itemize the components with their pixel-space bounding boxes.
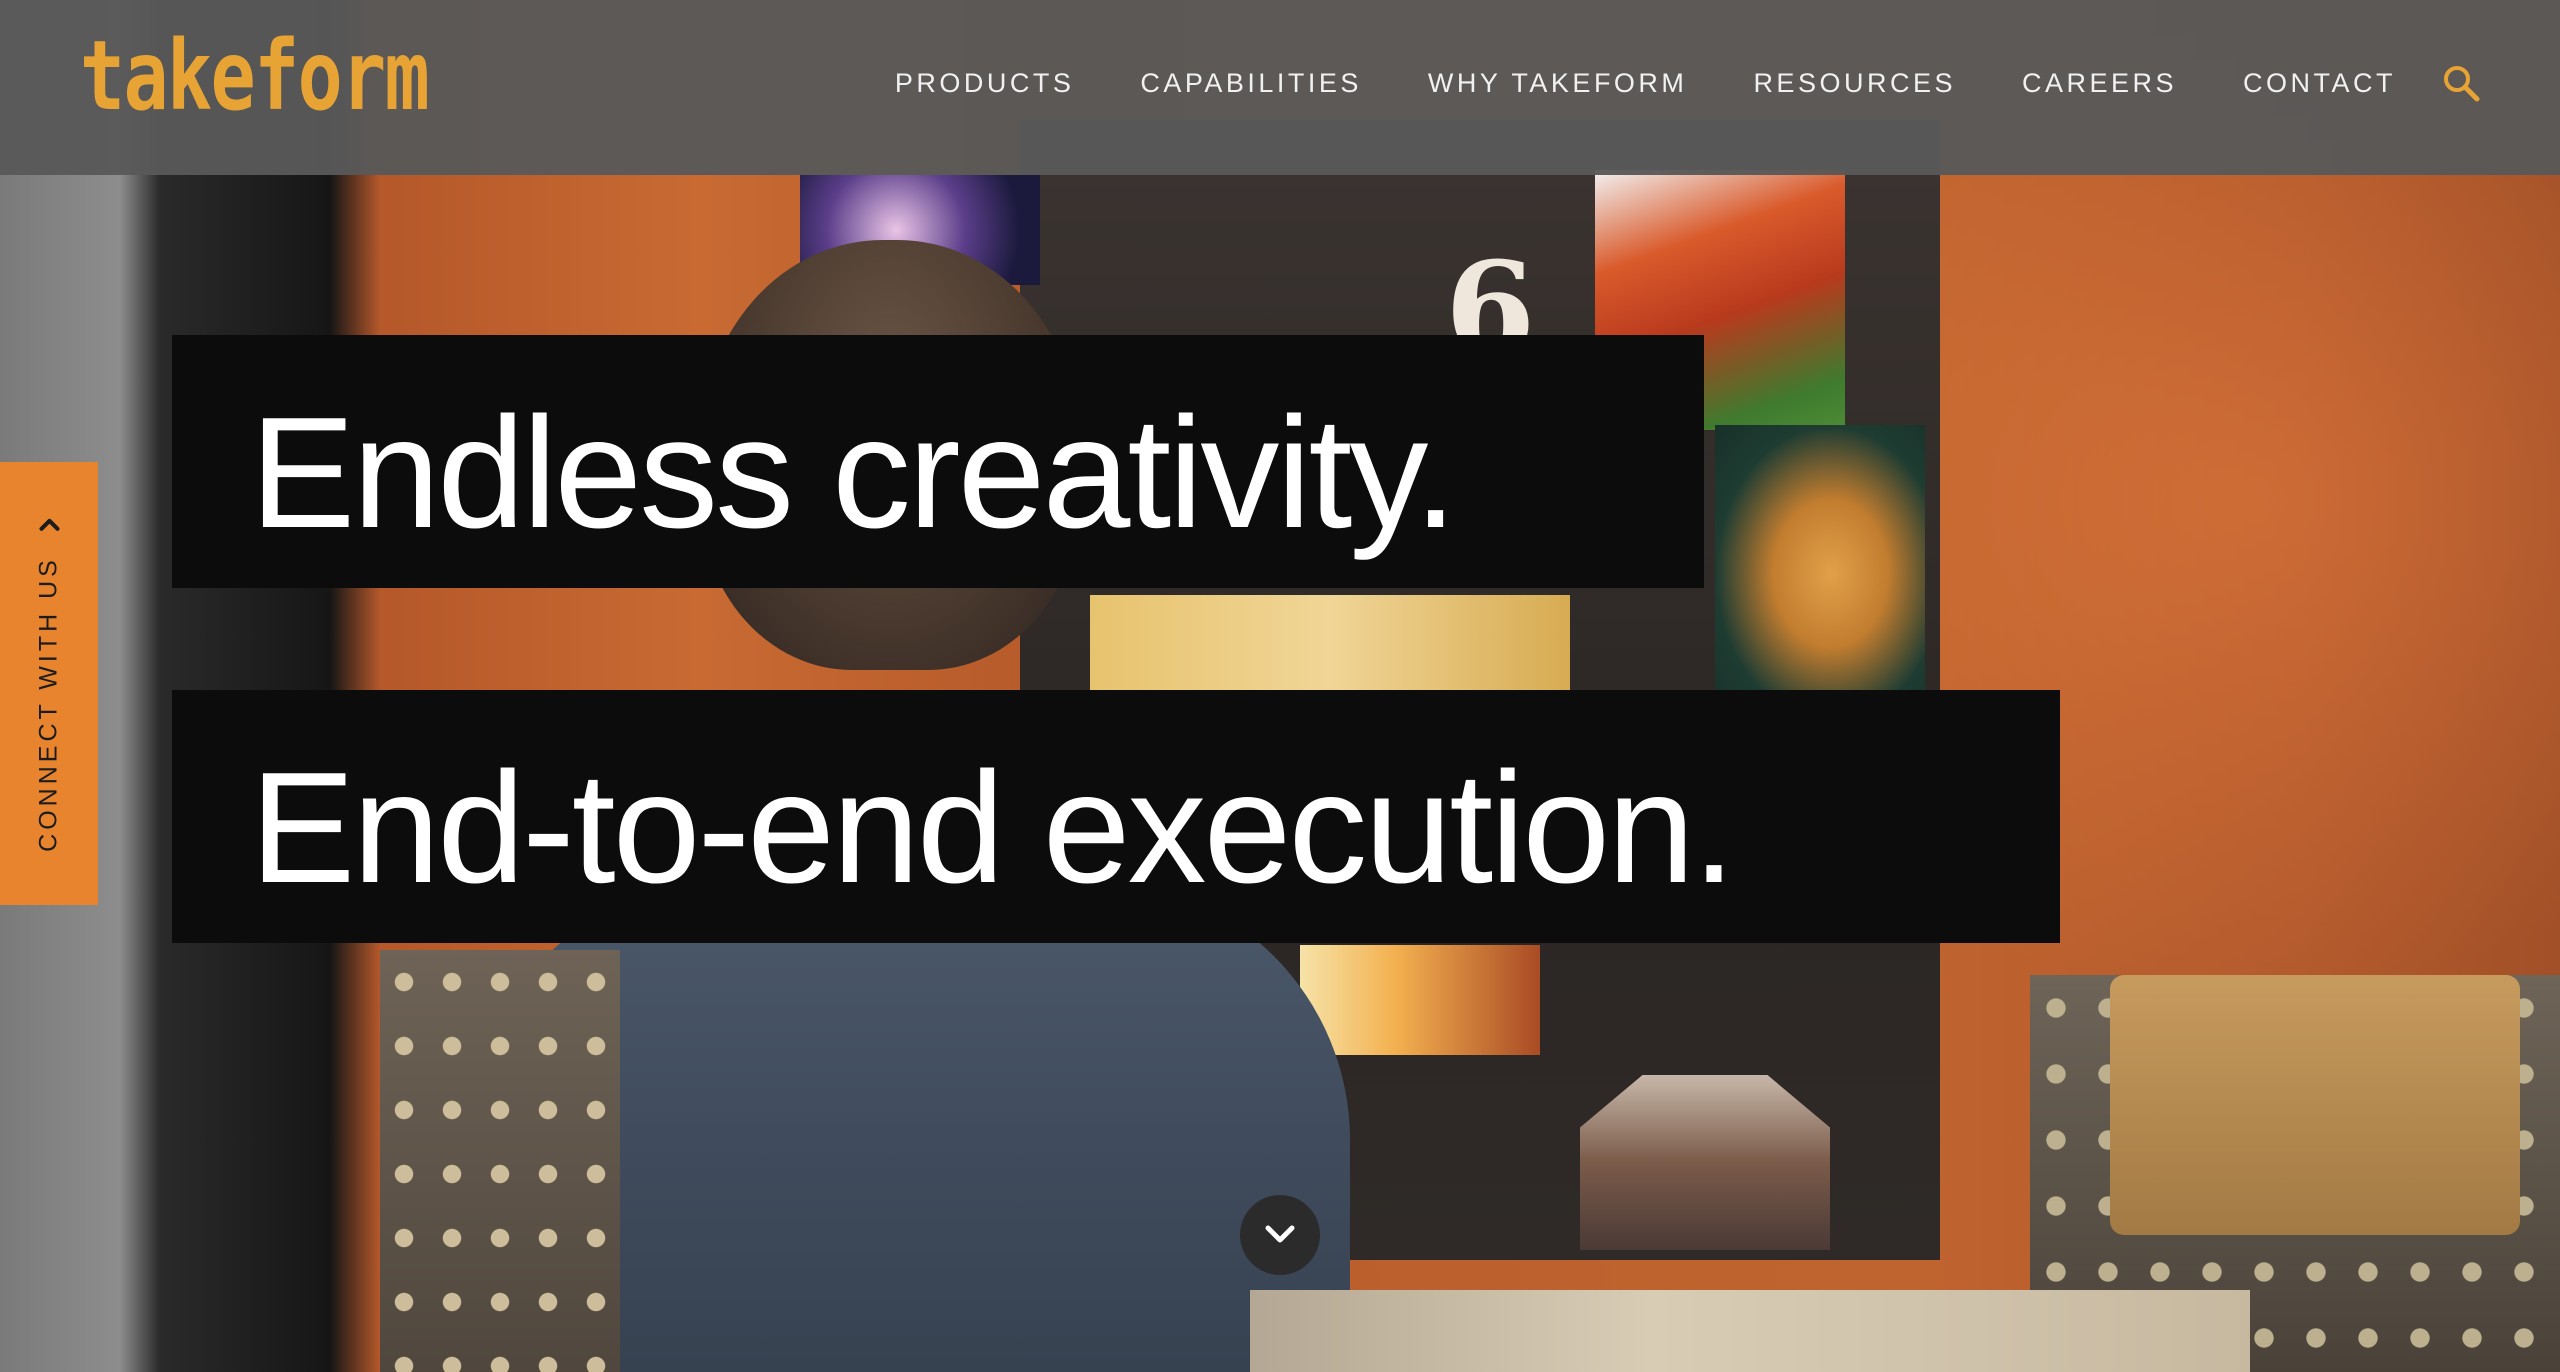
hero-background-video: 6 <box>0 0 2560 1372</box>
main-nav: PRODUCTS CAPABILITIES WHY TAKEFORM RESOU… <box>895 70 2396 97</box>
nav-item-contact[interactable]: CONTACT <box>2243 70 2396 97</box>
nav-item-careers[interactable]: CAREERS <box>2022 70 2177 97</box>
nav-item-capabilities[interactable]: CAPABILITIES <box>1140 70 1362 97</box>
page: 6 takeform PRODUCTS CAPABILITIES WHY TAK… <box>0 0 2560 1372</box>
search-button[interactable] <box>2440 62 2484 106</box>
connect-with-us-tab[interactable]: CONNECT WITH US <box>0 462 98 905</box>
nav-item-products[interactable]: PRODUCTS <box>895 70 1075 97</box>
lounge-chair-left <box>380 950 620 1372</box>
hero-headline-line-1: Endless creativity. <box>172 335 1704 588</box>
group-photo-image <box>1580 1075 1830 1250</box>
connect-with-us-label: CONNECT WITH US <box>34 556 63 852</box>
takeform-logo[interactable]: takeform <box>80 28 430 124</box>
site-header: takeform PRODUCTS CAPABILITIES WHY TAKEF… <box>0 0 2560 175</box>
floor <box>1250 1290 2250 1372</box>
giraffe-image <box>1715 425 1925 695</box>
connect-with-us-content: CONNECT WITH US <box>34 514 63 852</box>
lounge-chair-seat <box>2110 975 2520 1235</box>
nav-item-resources[interactable]: RESOURCES <box>1753 70 1956 97</box>
hero-headline-line-2: End-to-end execution. <box>172 690 2060 943</box>
scroll-down-button[interactable] <box>1240 1195 1320 1275</box>
sunset-image <box>1300 945 1540 1055</box>
search-icon <box>2444 66 2480 102</box>
nav-item-why-takeform[interactable]: WHY TAKEFORM <box>1428 70 1688 97</box>
chevron-right-icon <box>39 519 59 532</box>
chevron-down-icon <box>1265 1225 1295 1243</box>
